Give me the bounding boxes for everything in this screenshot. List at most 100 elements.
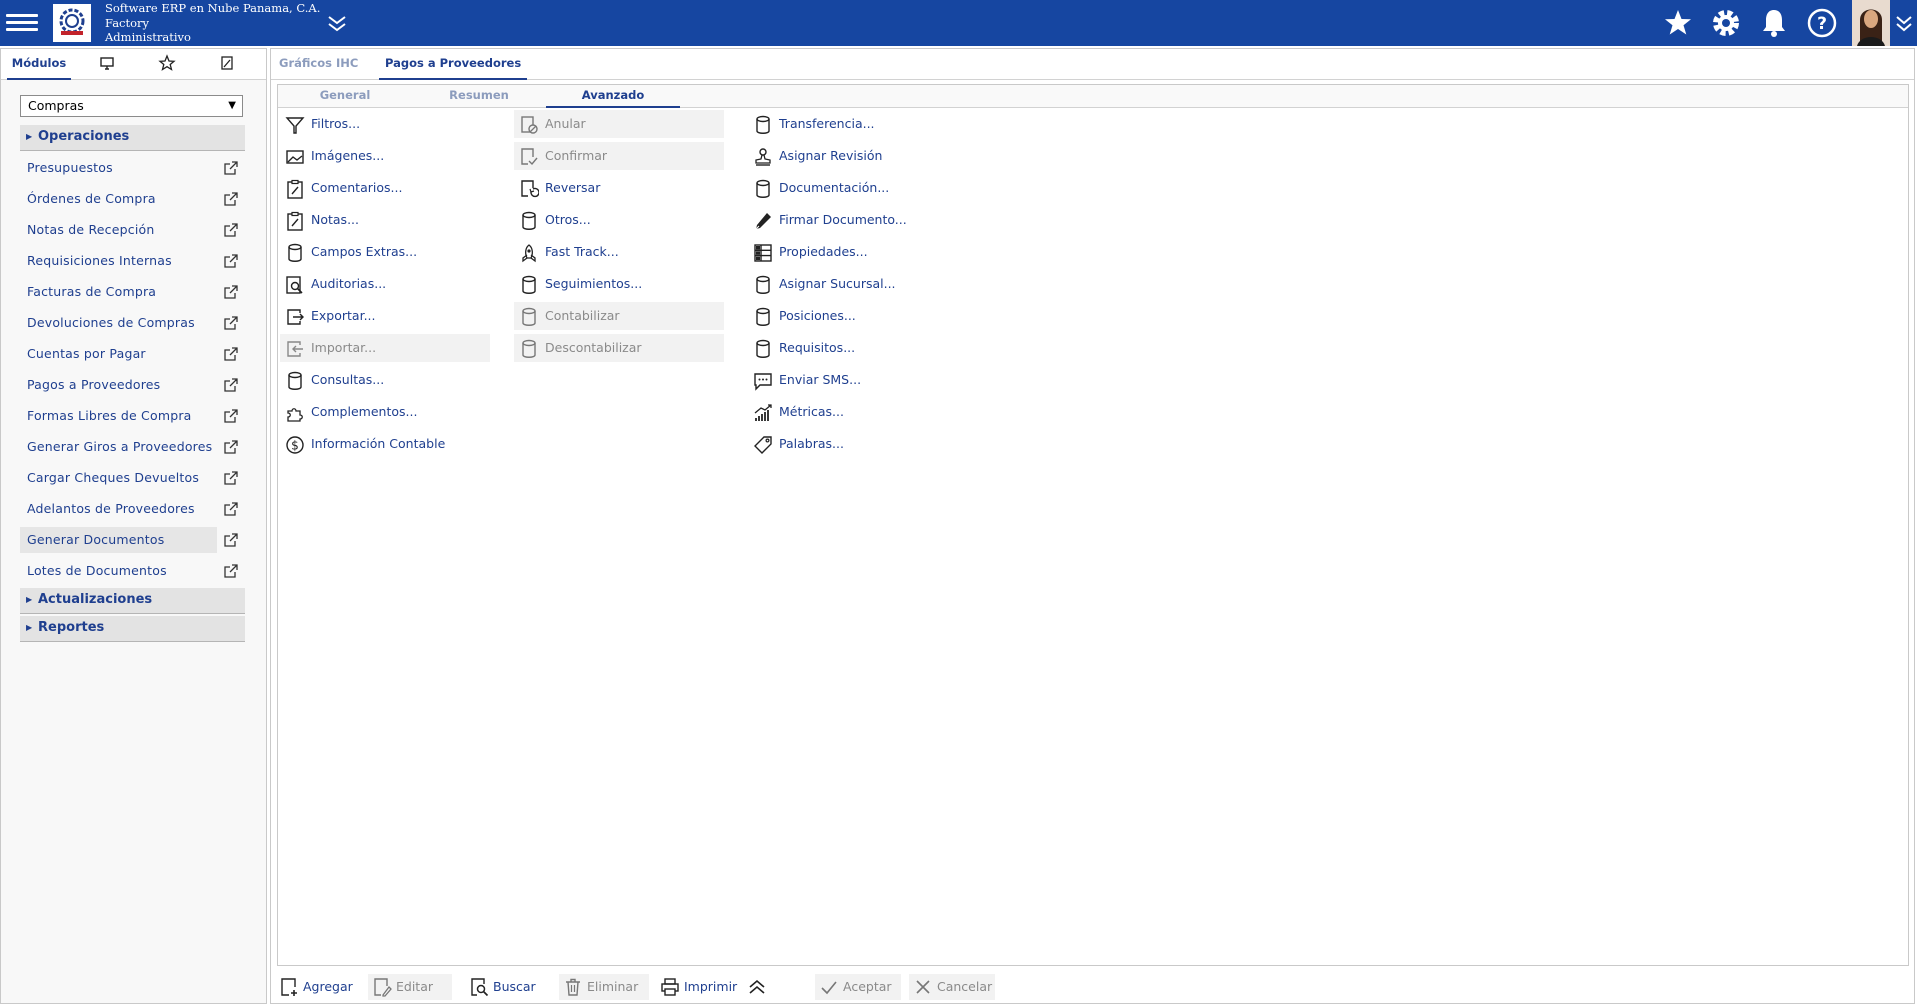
external-link-icon[interactable] xyxy=(223,315,239,331)
sidebar-item-generar-giros[interactable]: Generar Giros a Proveedores xyxy=(20,434,243,460)
image-icon xyxy=(286,150,304,164)
action-confirmar[interactable]: Confirmar xyxy=(514,142,724,170)
action-label: Transferencia... xyxy=(779,116,875,131)
gear-icon[interactable] xyxy=(1709,6,1743,40)
main-tabs: Gráficos IHC Pagos a Proveedores xyxy=(271,49,1914,80)
action-consultas[interactable]: Consultas... xyxy=(280,366,490,394)
action-asignar-revision[interactable]: Asignar Revisión xyxy=(748,142,958,170)
action-notas[interactable]: Notas... xyxy=(280,206,490,234)
action-seguimientos[interactable]: Seguimientos... xyxy=(514,270,724,298)
external-link-icon[interactable] xyxy=(223,408,239,424)
tab-favorites[interactable] xyxy=(153,49,181,78)
action-campos-extras[interactable]: Campos Extras... xyxy=(280,238,490,266)
sidebar-item-lotes-de-documentos[interactable]: Lotes de Documentos xyxy=(20,558,243,584)
star-icon[interactable] xyxy=(1661,6,1695,40)
sidebar-item-devoluciones-de-compras[interactable]: Devoluciones de Compras xyxy=(20,310,243,336)
monitor-icon xyxy=(100,57,114,70)
external-link-icon[interactable] xyxy=(223,191,239,207)
external-link-icon[interactable] xyxy=(223,532,239,548)
action-label: Otros... xyxy=(545,212,591,227)
action-otros[interactable]: Otros... xyxy=(514,206,724,234)
action-comentarios[interactable]: Comentarios... xyxy=(280,174,490,202)
subtab-resumen[interactable]: Resumen xyxy=(412,85,546,106)
tab-edit[interactable] xyxy=(213,49,241,78)
action-exportar[interactable]: Exportar... xyxy=(280,302,490,330)
accept-button[interactable]: Aceptar xyxy=(815,974,901,1000)
external-link-icon[interactable] xyxy=(223,346,239,362)
action-reversar[interactable]: Reversar xyxy=(514,174,724,202)
action-documentacion[interactable]: Documentación... xyxy=(748,174,958,202)
user-avatar[interactable] xyxy=(1852,0,1890,46)
external-link-icon[interactable] xyxy=(223,439,239,455)
external-link-icon[interactable] xyxy=(223,222,239,238)
close-icon xyxy=(916,980,930,994)
action-label: Seguimientos... xyxy=(545,276,643,291)
chevron-down-icon[interactable] xyxy=(1894,12,1914,34)
action-label: Exportar... xyxy=(311,308,376,323)
sidebar-item-generar-documentos[interactable]: Generar Documentos xyxy=(20,527,217,553)
help-icon[interactable]: ? xyxy=(1805,6,1839,40)
action-anular[interactable]: Anular xyxy=(514,110,724,138)
sidebar-item-requisiciones-internas[interactable]: Requisiciones Internas xyxy=(20,248,243,274)
tab-desktop[interactable] xyxy=(93,49,121,78)
action-label: Firmar Documento... xyxy=(779,212,907,227)
subtab-general[interactable]: General xyxy=(278,85,412,106)
external-link-icon[interactable] xyxy=(223,253,239,269)
external-link-icon[interactable] xyxy=(223,284,239,300)
action-imagenes[interactable]: Imágenes... xyxy=(280,142,490,170)
action-palabras[interactable]: Palabras... xyxy=(748,430,958,458)
external-link-icon[interactable] xyxy=(223,563,239,579)
button-label: Aceptar xyxy=(843,979,892,994)
sidebar-item-formas-libres-de-compra[interactable]: Formas Libres de Compra xyxy=(20,403,243,429)
edit-button[interactable]: Editar xyxy=(368,974,452,1000)
search-button[interactable]: Buscar xyxy=(465,974,545,1000)
tab-pagos-a-proveedores[interactable]: Pagos a Proveedores xyxy=(379,49,528,80)
action-metricas[interactable]: Métricas... xyxy=(748,398,958,426)
action-posiciones[interactable]: Posiciones... xyxy=(748,302,958,330)
bell-icon[interactable] xyxy=(1757,6,1791,40)
action-auditorias[interactable]: Auditorias... xyxy=(280,270,490,298)
action-requisitos[interactable]: Requisitos... xyxy=(748,334,958,362)
section-actualizaciones[interactable]: ▶ Actualizaciones xyxy=(20,588,245,614)
section-operaciones[interactable]: ▶ Operaciones xyxy=(20,125,245,151)
sidebar-item-presupuestos[interactable]: Presupuestos xyxy=(20,155,243,181)
dropdown-arrow-icon: ▼ xyxy=(228,100,236,111)
add-button[interactable]: Agregar xyxy=(275,974,355,1000)
action-complementos[interactable]: Complementos... xyxy=(280,398,490,426)
action-descontabilizar[interactable]: Descontabilizar xyxy=(514,334,724,362)
database-icon xyxy=(522,307,536,326)
action-propiedades[interactable]: Propiedades... xyxy=(748,238,958,266)
cancel-button[interactable]: Cancelar xyxy=(909,974,995,1000)
section-reportes[interactable]: ▶ Reportes xyxy=(20,616,245,642)
action-informacion-contable[interactable]: $ Información Contable xyxy=(280,430,490,458)
sidebar-item-facturas-de-compra[interactable]: Facturas de Compra xyxy=(20,279,243,305)
expand-toolbar-button[interactable] xyxy=(743,974,769,1000)
action-filtros[interactable]: Filtros... xyxy=(280,110,490,138)
print-button[interactable]: Imprimir xyxy=(656,974,744,1000)
sidebar-item-pagos-a-proveedores[interactable]: Pagos a Proveedores xyxy=(20,372,243,398)
subtab-avanzado[interactable]: Avanzado xyxy=(546,85,680,108)
sidebar-item-adelantos-de-proveedores[interactable]: Adelantos de Proveedores xyxy=(20,496,243,522)
sidebar-item-notas-de-recepcion[interactable]: Notas de Recepción xyxy=(20,217,243,243)
collapse-icon[interactable] xyxy=(326,12,348,34)
action-asignar-sucursal[interactable]: Asignar Sucursal... xyxy=(748,270,958,298)
module-select[interactable]: Compras ▼ xyxy=(20,95,243,117)
action-enviar-sms[interactable]: Enviar SMS... xyxy=(748,366,958,394)
external-link-icon[interactable] xyxy=(223,470,239,486)
menu-icon[interactable] xyxy=(6,10,38,36)
action-transferencia[interactable]: Transferencia... xyxy=(748,110,958,138)
tab-graficos-ihc[interactable]: Gráficos IHC xyxy=(279,49,358,78)
action-contabilizar[interactable]: Contabilizar xyxy=(514,302,724,330)
external-link-icon[interactable] xyxy=(223,377,239,393)
external-link-icon[interactable] xyxy=(223,501,239,517)
delete-button[interactable]: Eliminar xyxy=(559,974,649,1000)
sidebar-item-ordenes-de-compra[interactable]: Órdenes de Compra xyxy=(20,186,243,212)
action-fast-track[interactable]: Fast Track... xyxy=(514,238,724,266)
external-link-icon[interactable] xyxy=(223,160,239,176)
database-icon xyxy=(522,275,536,294)
sidebar-item-cargar-cheques-devueltos[interactable]: Cargar Cheques Devueltos xyxy=(20,465,243,491)
sidebar-item-cuentas-por-pagar[interactable]: Cuentas por Pagar xyxy=(20,341,243,367)
tab-modulos[interactable]: Módulos xyxy=(7,49,71,80)
action-importar[interactable]: Importar... xyxy=(280,334,490,362)
action-firmar-documento[interactable]: Firmar Documento... xyxy=(748,206,958,234)
